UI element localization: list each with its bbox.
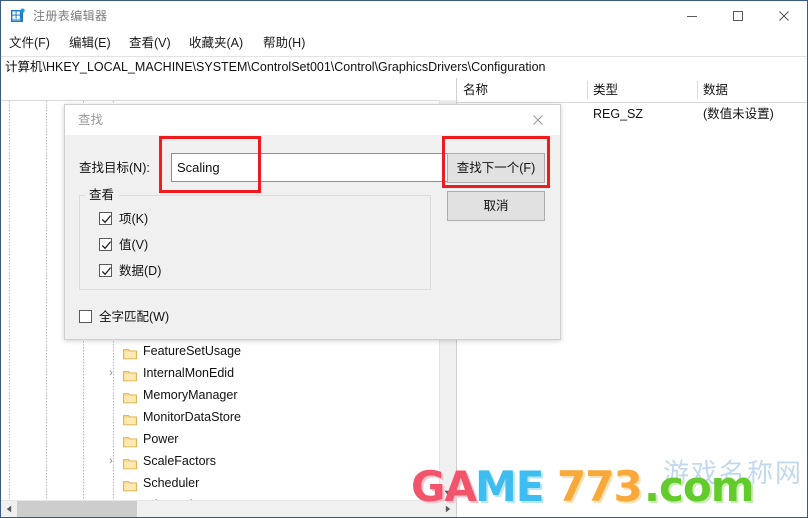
checkbox-label: 全字匹配(W): [99, 310, 170, 324]
folder-icon: [123, 367, 137, 382]
registry-path: 计算机\HKEY_LOCAL_MACHINE\SYSTEM\ControlSet…: [5, 60, 546, 74]
scroll-down-icon[interactable]: [440, 484, 456, 501]
folder-icon: [123, 455, 137, 470]
close-button[interactable]: [761, 1, 807, 31]
checkbox-checked-icon[interactable]: [99, 264, 112, 277]
maximize-button[interactable]: [715, 1, 761, 31]
tree-node-featuresetusage[interactable]: FeatureSetUsage: [1, 340, 440, 362]
tree-node-label: FeatureSetUsage: [143, 344, 241, 358]
tree-node-label: Power: [143, 432, 179, 446]
checkbox-checked-icon[interactable]: [99, 238, 112, 251]
column-header-type[interactable]: 类型: [587, 78, 697, 102]
menu-item-favorites[interactable]: 收藏夹(A): [187, 35, 245, 52]
tree-hscroll-thumb[interactable]: [17, 501, 137, 517]
menu-item-view[interactable]: 查看(V): [127, 35, 173, 52]
menu-bar: 文件(F) 编辑(E) 查看(V) 收藏夹(A) 帮助(H): [1, 31, 807, 56]
scroll-right-icon[interactable]: [440, 501, 456, 517]
look-at-group-label: 查看: [85, 187, 119, 204]
tree-node-memorymanager[interactable]: MemoryManager: [1, 384, 440, 406]
checkbox-checked-icon[interactable]: [99, 212, 112, 225]
checkbox-label: 值(V): [119, 238, 149, 252]
registry-editor-window: 注册表编辑器 文件(F) 编辑(E) 查看(V) 收藏夹(A) 帮助(H) 计算…: [0, 0, 808, 518]
find-input-highlight-box: [159, 136, 261, 193]
folder-icon: [123, 433, 137, 448]
find-next-button-highlight-box: [442, 136, 550, 188]
folder-icon: [123, 345, 137, 360]
minimize-button[interactable]: [669, 1, 715, 31]
chevron-right-icon[interactable]: ›: [105, 362, 117, 384]
tree-node-scheduler[interactable]: Scheduler: [1, 472, 440, 494]
chevron-right-icon[interactable]: [105, 406, 117, 428]
find-dialog-title: 查找: [78, 113, 104, 127]
window-title: 注册表编辑器: [33, 9, 108, 23]
menu-item-help[interactable]: 帮助(H): [261, 35, 307, 52]
chevron-right-icon[interactable]: [105, 472, 117, 494]
scroll-left-icon[interactable]: [1, 501, 17, 517]
value-type-cell: REG_SZ: [593, 107, 644, 121]
tree-node-label: Scheduler: [143, 476, 200, 490]
tree-node-scalefactors[interactable]: › ScaleFactors: [1, 450, 440, 472]
tree-node-internalmonedid[interactable]: › InternalMonEdid: [1, 362, 440, 384]
window-controls: [669, 1, 807, 31]
cancel-button[interactable]: 取消: [447, 191, 545, 221]
title-bar: 注册表编辑器: [1, 1, 807, 31]
column-header-data[interactable]: 数据: [697, 78, 807, 102]
chevron-right-icon[interactable]: [105, 340, 117, 362]
find-what-label: 查找目标(N):: [79, 161, 150, 175]
folder-icon: [123, 389, 137, 404]
find-dialog-title-bar: 查找: [65, 105, 560, 135]
find-dialog-close-button[interactable]: [516, 105, 560, 135]
registry-editor-icon: [10, 8, 26, 24]
tree-node-monitordatastore[interactable]: MonitorDataStore: [1, 406, 440, 428]
tree-node-label: MemoryManager: [143, 388, 238, 402]
folder-icon: [123, 411, 137, 426]
chevron-right-icon[interactable]: [105, 384, 117, 406]
column-header-name[interactable]: 名称: [457, 78, 587, 102]
checkbox-label: 项(K): [119, 212, 149, 226]
tree-horizontal-scrollbar[interactable]: [1, 500, 456, 517]
chevron-right-icon[interactable]: ›: [105, 450, 117, 472]
menu-item-file[interactable]: 文件(F): [7, 35, 52, 52]
folder-icon: [123, 477, 137, 492]
checkbox-label: 数据(D): [119, 264, 162, 278]
chevron-right-icon[interactable]: [105, 428, 117, 450]
tree-node-label: MonitorDataStore: [143, 410, 241, 424]
value-list-header: 名称 类型 数据: [457, 78, 807, 103]
tree-node-power[interactable]: Power: [1, 428, 440, 450]
menu-item-edit[interactable]: 编辑(E): [67, 35, 113, 52]
checkbox-unchecked-icon[interactable]: [79, 310, 92, 323]
address-bar[interactable]: 计算机\HKEY_LOCAL_MACHINE\SYSTEM\ControlSet…: [1, 56, 807, 79]
value-data-cell: (数值未设置): [703, 107, 774, 121]
tree-header: [1, 78, 456, 101]
tree-node-label: InternalMonEdid: [143, 366, 235, 380]
tree-node-label: ScaleFactors: [143, 454, 216, 468]
